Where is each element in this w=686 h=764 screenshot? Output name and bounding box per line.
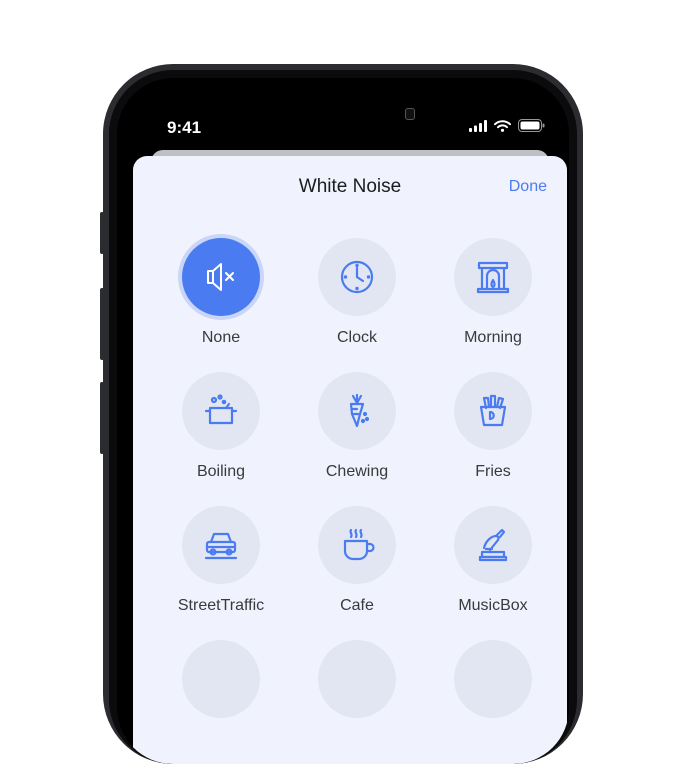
fireplace-icon xyxy=(476,261,510,294)
sound-tile-partial[interactable] xyxy=(289,640,425,718)
sound-circle[interactable] xyxy=(182,640,260,718)
phone-frame: 9:41 White Noise Done None Clock Morning… xyxy=(103,64,583,764)
sound-tile-clock[interactable]: Clock xyxy=(289,238,425,347)
fries-icon xyxy=(479,394,507,427)
battery-icon xyxy=(518,119,545,132)
volume-down-button xyxy=(100,382,104,454)
sound-tile-fries[interactable]: Fries xyxy=(425,372,561,481)
sound-label: Fries xyxy=(475,463,511,480)
sheet-title: White Noise xyxy=(298,176,402,197)
front-camera-icon xyxy=(405,108,415,120)
sound-circle[interactable] xyxy=(318,506,396,584)
sound-tile-boiling[interactable]: Boiling xyxy=(153,372,289,481)
sound-circle[interactable] xyxy=(318,640,396,718)
sound-tile-partial[interactable] xyxy=(425,640,561,718)
white-noise-sheet: White Noise Done None Clock Morning Boil… xyxy=(133,156,567,764)
status-time: 9:41 xyxy=(167,118,202,137)
sound-tile-none[interactable]: None xyxy=(153,238,289,347)
sound-circle-selected[interactable] xyxy=(182,238,260,316)
sound-label: Clock xyxy=(336,329,377,346)
sound-label: StreetTraffic xyxy=(177,597,265,614)
clock-icon xyxy=(340,260,374,294)
sound-label: MusicBox xyxy=(458,597,528,614)
sound-label: Cafe xyxy=(340,597,374,614)
sound-circle[interactable] xyxy=(454,640,532,718)
sound-tile-morning[interactable]: Morning xyxy=(425,238,561,347)
sound-circle[interactable] xyxy=(454,372,532,450)
volume-up-button xyxy=(100,288,104,360)
sound-circle[interactable] xyxy=(454,506,532,584)
sound-tile-cafe[interactable]: Cafe xyxy=(289,506,425,615)
sound-circle[interactable] xyxy=(318,372,396,450)
sound-label: Boiling xyxy=(196,463,246,480)
status-icons xyxy=(469,119,545,132)
mute-switch xyxy=(100,212,104,254)
wifi-icon xyxy=(494,119,511,132)
phone-screen: 9:41 White Noise Done None Clock Morning… xyxy=(117,78,569,764)
sound-circle[interactable] xyxy=(182,506,260,584)
music-box-icon xyxy=(478,528,508,562)
sound-circle[interactable] xyxy=(454,238,532,316)
sound-tile-musicbox[interactable]: MusicBox xyxy=(425,506,561,615)
sound-label: None xyxy=(201,329,241,346)
sound-label: Chewing xyxy=(325,463,389,480)
carrot-icon xyxy=(349,393,370,428)
boiling-pot-icon xyxy=(204,394,238,425)
done-button[interactable]: Done xyxy=(509,178,547,196)
sound-tile-chewing[interactable]: Chewing xyxy=(289,372,425,481)
coffee-cup-icon xyxy=(343,528,375,561)
sound-grid: None Clock Morning Boiling Chewing Fries… xyxy=(153,238,545,718)
sound-tile-streettraffic[interactable]: StreetTraffic xyxy=(153,506,289,615)
sound-circle[interactable] xyxy=(318,238,396,316)
sound-tile-partial[interactable] xyxy=(153,640,289,718)
power-button xyxy=(579,308,583,400)
car-icon xyxy=(204,532,238,560)
sound-circle[interactable] xyxy=(182,372,260,450)
signal-icon xyxy=(469,119,487,132)
sound-label: Morning xyxy=(464,329,522,346)
mute-speaker-icon xyxy=(207,263,234,291)
phone-bezel: 9:41 White Noise Done None Clock Morning… xyxy=(109,70,577,764)
